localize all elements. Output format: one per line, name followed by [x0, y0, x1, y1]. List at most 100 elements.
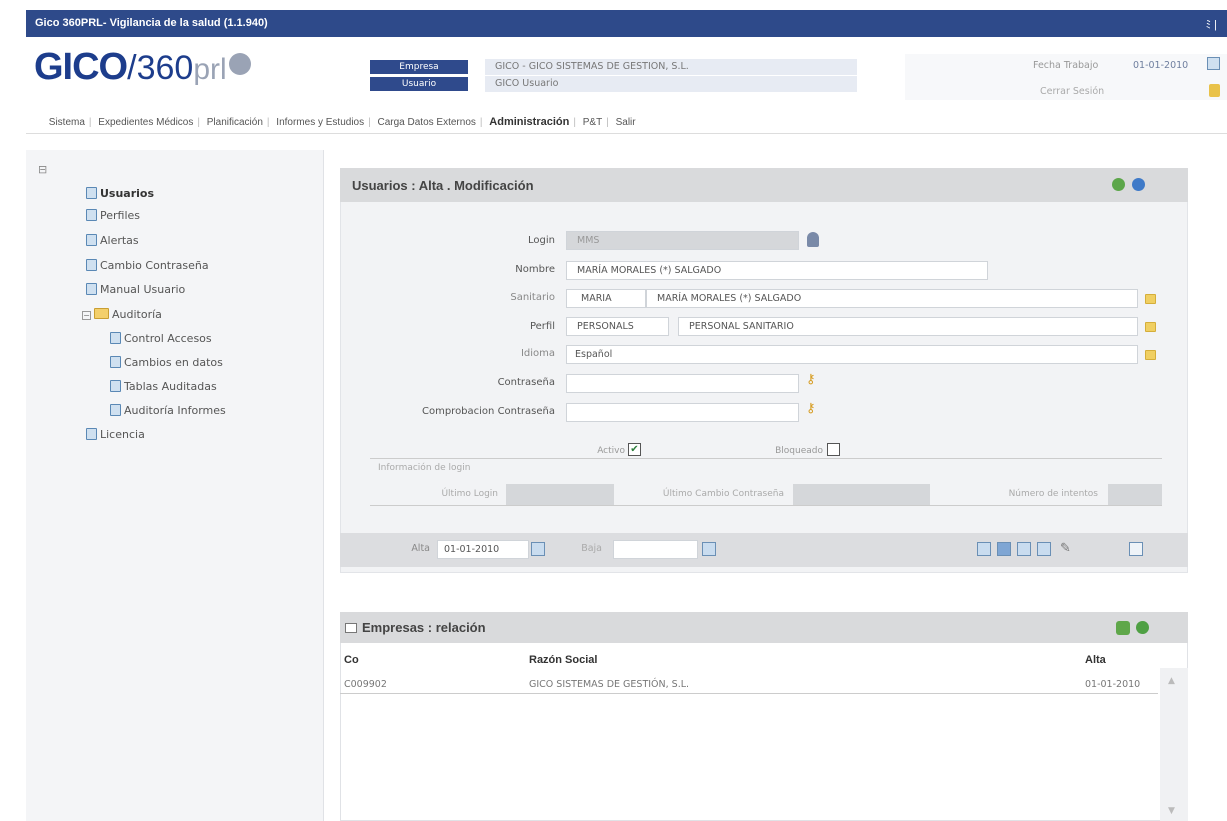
tree-folder-label: Auditoría — [112, 308, 162, 321]
remove-empresa-icon[interactable] — [1136, 621, 1149, 634]
window-titlebar: Gico 360PRL- Vigilancia de la salud (1.1… — [26, 10, 1227, 37]
perfil-label: Perfil — [529, 321, 555, 332]
comprobacion-field[interactable] — [566, 403, 799, 422]
login-info-label: Información de login — [378, 463, 471, 473]
scroll-up-icon[interactable]: ▲ — [1168, 676, 1175, 686]
nombre-field[interactable]: MARÍA MORALES (*) SALGADO — [566, 261, 988, 280]
bloqueado-checkbox[interactable] — [827, 443, 840, 456]
baja-label: Baja — [581, 543, 602, 554]
table-row[interactable]: C009902 GICO SISTEMAS DE GESTIÓN, S.L. 0… — [340, 676, 1158, 694]
document-icon — [110, 380, 121, 392]
key-icon[interactable]: ⚷ — [806, 402, 820, 416]
sidebar — [26, 150, 324, 821]
perfil-name-field[interactable]: PERSONAL SANITARIO — [678, 317, 1138, 336]
baja-date-field[interactable] — [613, 540, 698, 559]
usuario-label: Usuario — [370, 77, 468, 91]
scroll-down-icon[interactable]: ▼ — [1168, 806, 1175, 816]
document-icon — [110, 356, 121, 368]
sanitario-name-field[interactable]: MARÍA MORALES (*) SALGADO — [646, 289, 1138, 308]
calendar-icon[interactable] — [531, 542, 545, 556]
alta-date-field[interactable]: 01-01-2010 — [437, 540, 529, 559]
document-icon — [86, 283, 97, 295]
tree-item-label: Auditoría Informes — [124, 404, 226, 417]
tree-folder-auditoria[interactable]: − Auditoría — [82, 308, 162, 321]
logo-circle-icon — [228, 53, 251, 75]
logo-number: 360 — [136, 49, 194, 87]
expand-icon[interactable] — [345, 623, 357, 633]
help-icon[interactable] — [1132, 178, 1145, 191]
app-logo: GICO/360prl — [34, 46, 334, 96]
folder-lookup-icon[interactable] — [1145, 350, 1156, 360]
copy-record-icon[interactable] — [1017, 542, 1031, 556]
save-icon[interactable] — [1112, 178, 1125, 191]
tree-item-label: Cambio Contraseña — [100, 259, 209, 272]
empresa-value: GICO - GICO SISTEMAS DE GESTION, S.L. — [485, 59, 857, 75]
tree-item-label: Cambios en datos — [124, 356, 223, 369]
user-form-title: Usuarios : Alta . Modificación — [352, 178, 534, 193]
tree-item-cambios-datos[interactable]: Cambios en datos — [110, 356, 223, 369]
cell-co: C009902 — [344, 679, 387, 690]
intentos-label: Número de intentos — [1008, 489, 1098, 499]
menu-sistema[interactable]: Sistema — [45, 111, 89, 135]
tree-item-cambio-contrasena[interactable]: Cambio Contraseña — [86, 259, 209, 272]
menu-pt[interactable]: P&T — [579, 111, 606, 135]
column-header-razon-social[interactable]: Razón Social — [529, 654, 597, 666]
tree-item-perfiles[interactable]: Perfiles — [86, 209, 140, 222]
edit-icon[interactable]: ✎ — [1060, 541, 1071, 556]
perfil-code-field[interactable]: PERSONALS — [566, 317, 669, 336]
window-menu-icon[interactable]: ﾐ | — [1206, 16, 1217, 32]
document-icon — [86, 259, 97, 271]
calendar-icon[interactable] — [702, 542, 716, 556]
tree-item-label: Perfiles — [100, 209, 141, 222]
document-icon — [110, 404, 121, 416]
tree-item-licencia[interactable]: Licencia — [86, 428, 145, 441]
tree-item-auditoria-informes[interactable]: Auditoría Informes — [110, 404, 226, 417]
save-record-icon[interactable] — [997, 542, 1011, 556]
empresas-title: Empresas : relación — [362, 620, 486, 635]
tree-item-tablas-auditadas[interactable]: Tablas Auditadas — [110, 380, 217, 393]
document-icon — [86, 234, 97, 246]
tree-item-label: Manual Usuario — [100, 283, 186, 296]
sanitario-code-field[interactable]: MARIA — [566, 289, 646, 308]
folder-lookup-icon[interactable] — [1145, 294, 1156, 304]
user-lookup-icon[interactable] — [807, 232, 819, 247]
key-icon[interactable]: ⚷ — [806, 373, 820, 387]
tree-item-control-accesos[interactable]: Control Accesos — [110, 332, 212, 345]
idioma-field[interactable]: Español — [566, 345, 1138, 364]
user-form-panel — [340, 168, 1188, 573]
tree-item-usuarios[interactable]: Usuarios — [86, 187, 154, 200]
menu-informes[interactable]: Informes y Estudios — [272, 111, 368, 135]
menu-carga-datos[interactable]: Carga Datos Externos — [374, 111, 480, 135]
column-header-alta[interactable]: Alta — [1085, 654, 1106, 666]
empresas-header: Empresas : relación — [340, 612, 1188, 643]
menu-planificacion[interactable]: Planificación — [203, 111, 267, 135]
tree-root-toggle[interactable]: ⊟ — [38, 163, 47, 176]
document-icon — [86, 187, 97, 199]
form-toolbar: Alta 01-01-2010 Baja ✎ — [340, 533, 1188, 567]
print-icon[interactable] — [1129, 542, 1143, 556]
fecha-trabajo-value[interactable]: 01-01-2010 — [1133, 60, 1188, 71]
menu-salir[interactable]: Salir — [612, 111, 640, 135]
table-scrollbar[interactable]: ▲ ▼ — [1160, 668, 1188, 821]
lock-icon[interactable] — [1209, 84, 1220, 97]
menu-expedientes[interactable]: Expedientes Médicos — [94, 111, 197, 135]
search-record-icon[interactable] — [1037, 542, 1051, 556]
activo-checkbox[interactable]: ✔ — [628, 443, 641, 456]
collapse-icon[interactable]: − — [82, 311, 91, 320]
logo-gico: GICO — [34, 46, 128, 88]
idioma-label: Idioma — [520, 348, 555, 359]
tree-item-alertas[interactable]: Alertas — [86, 234, 139, 247]
login-field[interactable]: MMS — [566, 231, 799, 250]
calendar-icon[interactable] — [1207, 57, 1220, 70]
tree-item-manual-usuario[interactable]: Manual Usuario — [86, 283, 185, 296]
cerrar-sesion-link[interactable]: Cerrar Sesión — [1040, 86, 1104, 97]
menu-administracion[interactable]: Administración — [485, 110, 573, 134]
window-title: Gico 360PRL- Vigilancia de la salud (1.1… — [35, 17, 268, 29]
column-header-co[interactable]: Co — [344, 654, 359, 666]
new-record-icon[interactable] — [977, 542, 991, 556]
tree-item-label: Licencia — [100, 428, 145, 441]
contrasena-field[interactable] — [566, 374, 799, 393]
add-empresa-icon[interactable] — [1116, 621, 1130, 635]
folder-lookup-icon[interactable] — [1145, 322, 1156, 332]
tree-item-label: Alertas — [100, 234, 139, 247]
